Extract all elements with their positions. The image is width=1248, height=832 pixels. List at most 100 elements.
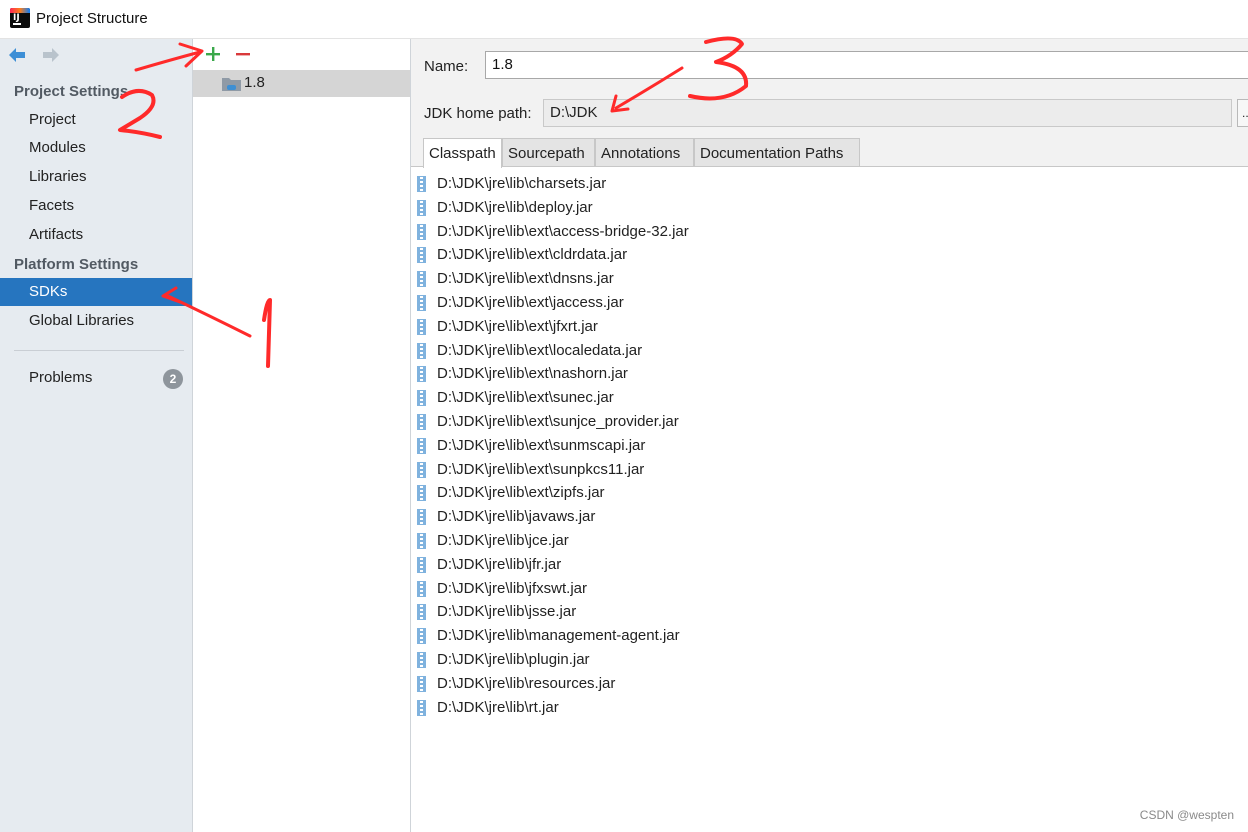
jdk-folder-icon — [222, 76, 241, 92]
nav-item-label: Modules — [29, 139, 86, 156]
sdk-list-item[interactable]: 1.8 — [193, 70, 410, 97]
remove-sdk-button[interactable] — [233, 44, 253, 64]
classpath-row-label: D:\JDK\jre\lib\ext\jaccess.jar — [437, 294, 624, 311]
classpath-row[interactable]: D:\JDK\jre\lib\charsets.jar — [411, 173, 1248, 196]
classpath-row[interactable]: D:\JDK\jre\lib\jsse.jar — [411, 601, 1248, 624]
classpath-row-label: D:\JDK\jre\lib\resources.jar — [437, 674, 616, 692]
jar-file-icon — [417, 461, 426, 478]
classpath-row[interactable]: D:\JDK\jre\lib\rt.jar — [411, 697, 1248, 720]
jar-file-icon — [417, 390, 426, 407]
classpath-row[interactable]: D:\JDK\jre\lib\ext\access-bridge-32.jar — [411, 221, 1248, 244]
classpath-row[interactable]: D:\JDK\jre\lib\ext\jfxrt.jar — [411, 316, 1248, 339]
app-icon-text: IJ — [13, 13, 20, 23]
classpath-row-label: D:\JDK\jre\lib\ext\access-bridge-32.jar — [437, 222, 689, 240]
jar-file-icon — [417, 533, 426, 549]
classpath-row-label: D:\JDK\jre\lib\ext\sunmscapi.jar — [437, 436, 646, 454]
classpath-row[interactable]: D:\JDK\jre\lib\plugin.jar — [411, 649, 1248, 672]
nav-item-label: Problems — [29, 369, 93, 386]
jar-file-icon — [417, 223, 426, 240]
sdk-name-input[interactable]: 1.8 — [485, 51, 1248, 79]
nav-item-label: Project — [29, 111, 76, 128]
classpath-row[interactable]: D:\JDK\jre\lib\ext\sunpkcs11.jar — [411, 459, 1248, 482]
tab-classpath[interactable]: Classpath — [423, 138, 502, 168]
back-arrow-icon[interactable] — [6, 45, 28, 65]
classpath-row-label: D:\JDK\jre\lib\ext\zipfs.jar — [437, 484, 605, 502]
nav-item-libraries[interactable]: Libraries — [0, 163, 192, 191]
nav-item-label: Libraries — [29, 168, 87, 185]
classpath-row[interactable]: D:\JDK\jre\lib\ext\dnsns.jar — [411, 268, 1248, 291]
add-sdk-button[interactable] — [203, 44, 223, 64]
nav-item-artifacts[interactable]: Artifacts — [0, 221, 192, 249]
browse-button[interactable]: ... — [1237, 99, 1248, 127]
forward-arrow-icon[interactable] — [40, 45, 62, 65]
minus-icon — [236, 53, 250, 56]
jdk-home-path-field[interactable]: D:\JDK — [543, 99, 1232, 127]
jar-file-icon — [417, 342, 426, 359]
nav-item-sdks[interactable]: SDKs — [0, 278, 192, 306]
classpath-row[interactable]: D:\JDK\jre\lib\jfxswt.jar — [411, 578, 1248, 601]
classpath-row-label: D:\JDK\jre\lib\jsse.jar — [437, 603, 577, 621]
classpath-row-label: D:\JDK\jre\lib\ext\nashorn.jar — [437, 365, 628, 383]
nav-item-modules[interactable]: Modules — [0, 134, 192, 162]
plus-icon — [206, 47, 220, 61]
jar-file-icon — [417, 556, 426, 573]
classpath-row-label: D:\JDK\jre\lib\ext\jfxrt.jar — [437, 317, 598, 335]
jar-file-icon — [417, 437, 426, 454]
jar-file-icon — [417, 318, 426, 335]
project-settings-header: Project Settings — [14, 83, 129, 100]
classpath-row[interactable]: D:\JDK\jre\lib\deploy.jar — [411, 197, 1248, 220]
classpath-row[interactable]: D:\JDK\jre\lib\management-agent.jar — [411, 625, 1248, 648]
classpath-row[interactable]: D:\JDK\jre\lib\resources.jar — [411, 673, 1248, 696]
tab-sourcepath[interactable]: Sourcepath — [502, 138, 595, 167]
classpath-row[interactable]: D:\JDK\jre\lib\jfr.jar — [411, 554, 1248, 577]
classpath-row-label: D:\JDK\jre\lib\ext\sunjce_provider.jar — [437, 413, 679, 430]
problems-count-badge: 2 — [163, 369, 183, 389]
classpath-row[interactable]: D:\JDK\jre\lib\ext\nashorn.jar — [411, 363, 1248, 386]
tab-documentation-paths[interactable]: Documentation Paths — [694, 138, 860, 167]
title-bar: IJ Project Structure — [0, 0, 1248, 39]
left-navigation: Project Settings Project Modules Librari… — [0, 39, 193, 832]
classpath-row[interactable]: D:\JDK\jre\lib\jce.jar — [411, 530, 1248, 553]
classpath-row-label: D:\JDK\jre\lib\jfr.jar — [437, 555, 562, 573]
sdk-list-item-label: 1.8 — [244, 74, 265, 91]
tab-annotations[interactable]: Annotations — [595, 138, 694, 167]
jdk-home-path-label: JDK home path: — [424, 105, 532, 122]
classpath-row[interactable]: D:\JDK\jre\lib\ext\localedata.jar — [411, 340, 1248, 363]
nav-item-project[interactable]: Project — [0, 106, 192, 134]
nav-item-facets[interactable]: Facets — [0, 192, 192, 220]
jar-file-icon — [417, 199, 426, 216]
jar-file-icon — [417, 295, 426, 311]
classpath-row[interactable]: D:\JDK\jre\lib\ext\jaccess.jar — [411, 292, 1248, 315]
sdk-details-panel: Name: 1.8 JDK home path: D:\JDK ... Clas… — [411, 39, 1248, 832]
platform-settings-header: Platform Settings — [14, 256, 139, 273]
jar-file-icon — [417, 271, 426, 288]
classpath-row[interactable]: D:\JDK\jre\lib\ext\cldrdata.jar — [411, 244, 1248, 267]
nav-item-global-libraries[interactable]: Global Libraries — [0, 307, 192, 335]
classpath-row-label: D:\JDK\jre\lib\ext\cldrdata.jar — [437, 246, 628, 264]
jar-file-icon — [417, 699, 426, 716]
classpath-row[interactable]: D:\JDK\jre\lib\ext\sunjce_provider.jar — [411, 411, 1248, 434]
jar-file-icon — [417, 176, 426, 192]
jar-file-icon — [417, 604, 426, 621]
classpath-row-label: D:\JDK\jre\lib\deploy.jar — [437, 198, 593, 216]
jar-file-icon — [417, 247, 426, 264]
watermark: CSDN @wespten — [1139, 808, 1234, 822]
sdk-header-panel: Name: 1.8 JDK home path: D:\JDK ... Clas… — [411, 39, 1248, 168]
classpath-row-label: D:\JDK\jre\lib\plugin.jar — [437, 651, 590, 668]
jar-file-icon — [417, 675, 426, 692]
classpath-row[interactable]: D:\JDK\jre\lib\ext\zipfs.jar — [411, 482, 1248, 505]
classpath-row-label: D:\JDK\jre\lib\ext\localedata.jar — [437, 341, 643, 359]
tabs-divider — [411, 166, 1248, 167]
classpath-row[interactable]: D:\JDK\jre\lib\javaws.jar — [411, 506, 1248, 529]
nav-divider — [14, 350, 184, 351]
nav-item-problems[interactable]: Problems 2 — [0, 364, 192, 392]
classpath-row[interactable]: D:\JDK\jre\lib\ext\sunmscapi.jar — [411, 435, 1248, 458]
name-label: Name: — [424, 58, 469, 75]
classpath-row[interactable]: D:\JDK\jre\lib\ext\sunec.jar — [411, 387, 1248, 410]
classpath-row-label: D:\JDK\jre\lib\jce.jar — [437, 532, 569, 549]
classpath-row-label: D:\JDK\jre\lib\ext\dnsns.jar — [437, 270, 614, 288]
intellij-app-icon: IJ — [10, 8, 30, 28]
jar-file-icon — [417, 366, 426, 383]
jar-file-icon — [417, 652, 426, 668]
classpath-row-label: D:\JDK\jre\lib\management-agent.jar — [437, 627, 680, 645]
